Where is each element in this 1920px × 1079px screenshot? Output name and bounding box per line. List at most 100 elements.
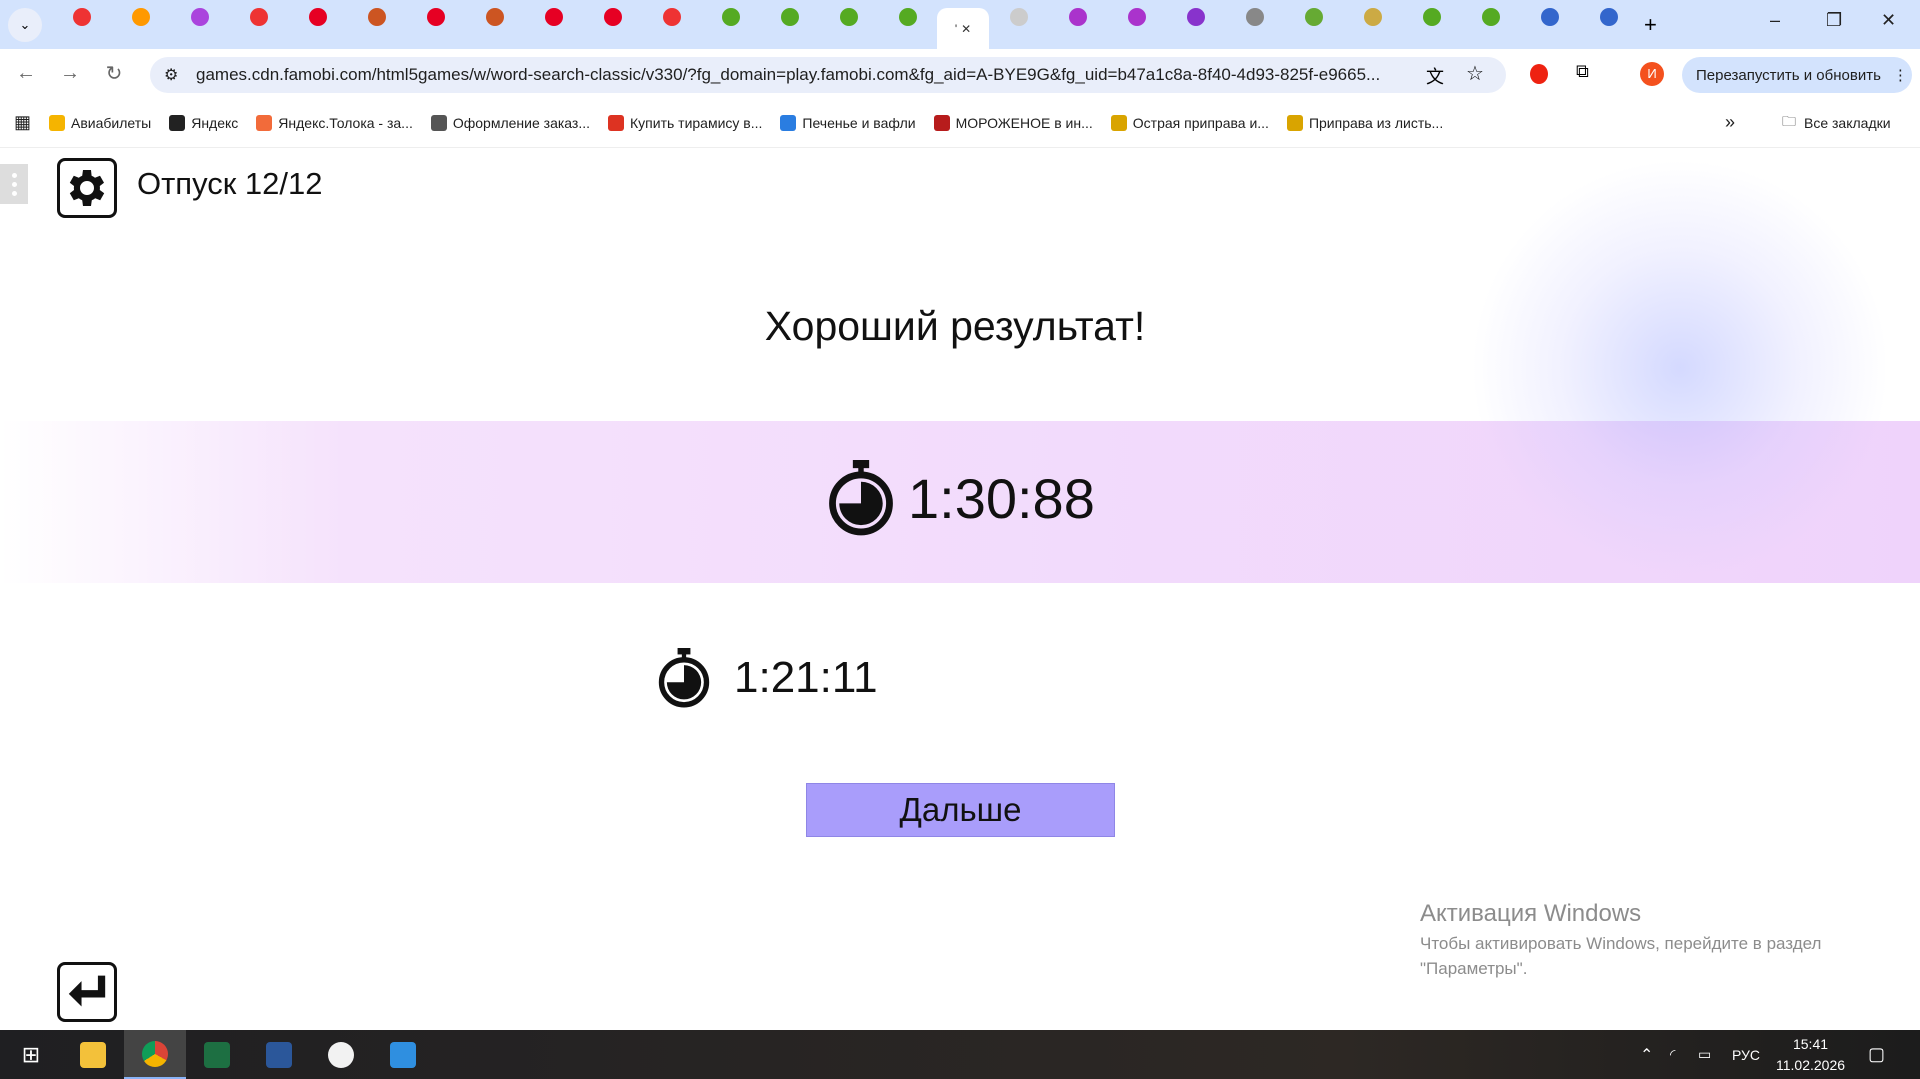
- browser-tab[interactable]: [878, 0, 937, 34]
- tab-favicon-icon: [190, 7, 209, 26]
- tab-close-icon[interactable]: ✕: [961, 22, 971, 36]
- all-bookmarks[interactable]: 🗀 Все закладки: [1782, 111, 1891, 135]
- clock[interactable]: 15:41 11.02.2026: [1776, 1034, 1845, 1076]
- excel-button[interactable]: [186, 1030, 248, 1079]
- bookmark-item[interactable]: Приправа из листь...: [1286, 114, 1444, 131]
- photos-icon: [390, 1041, 416, 1068]
- bookmark-favicon-icon: [933, 114, 950, 131]
- language-indicator[interactable]: РУС: [1732, 1047, 1760, 1063]
- browser-tab[interactable]: [111, 0, 170, 34]
- bookmark-label: Оформление заказ...: [452, 114, 591, 131]
- bookmark-item[interactable]: Оформление заказ...: [430, 114, 591, 131]
- settings-button[interactable]: [57, 158, 117, 218]
- browser-tab[interactable]: [1166, 0, 1225, 34]
- browser-tab[interactable]: [1107, 0, 1166, 34]
- tab-favicon-icon: [544, 7, 563, 26]
- back-button[interactable]: [57, 962, 117, 1022]
- browser-tab[interactable]: [642, 0, 701, 34]
- bookmark-label: Яндекс: [191, 114, 239, 131]
- side-menu-handle[interactable]: [0, 164, 28, 204]
- browser-tab[interactable]: [1579, 0, 1638, 34]
- tab-favicon-icon: [308, 7, 327, 26]
- bookmark-item[interactable]: Яндекс: [169, 114, 239, 131]
- translate-icon[interactable]: 文: [1426, 63, 1444, 89]
- browser-tab[interactable]: [819, 0, 878, 34]
- browser-tab[interactable]: [701, 0, 760, 34]
- browser-tab[interactable]: [52, 0, 111, 34]
- browser-tab[interactable]: [229, 0, 288, 34]
- browser-tab[interactable]: [1048, 0, 1107, 34]
- bookmark-item[interactable]: Острая приправа и...: [1110, 114, 1269, 131]
- close-window-button[interactable]: ✕: [1881, 10, 1896, 31]
- windows-icon: ⊞: [21, 1041, 41, 1067]
- windows-activation-watermark: Активация Windows Чтобы активировать Win…: [1420, 900, 1821, 979]
- best-time-value: 1:21:11: [734, 653, 878, 702]
- reload-button[interactable]: ↻: [96, 61, 132, 86]
- folder-icon: [80, 1041, 106, 1068]
- browser-tab[interactable]: [1225, 0, 1284, 34]
- tab-favicon-icon: [603, 7, 622, 26]
- browser-tab[interactable]: [170, 0, 229, 34]
- notifications-icon[interactable]: ▢: [1868, 1044, 1885, 1065]
- bookmark-item[interactable]: Авиабилеты: [49, 114, 151, 131]
- tab-favicon-icon: [131, 7, 150, 26]
- best-time: 1:21:11: [658, 648, 878, 708]
- browser-tab[interactable]: [1343, 0, 1402, 34]
- bookmark-favicon-icon: [1110, 114, 1127, 131]
- bookmark-item[interactable]: Купить тирамису в...: [608, 114, 762, 131]
- start-button[interactable]: ⊞: [0, 1030, 62, 1079]
- tab-search-button[interactable]: ⌄: [8, 7, 42, 42]
- back-button[interactable]: ←: [8, 62, 44, 85]
- battery-icon[interactable]: ▭: [1698, 1046, 1711, 1063]
- bookmark-favicon-icon: [256, 114, 273, 131]
- bookmark-item[interactable]: Яндекс.Толока - за...: [256, 114, 413, 131]
- apps-icon[interactable]: ▦: [14, 112, 31, 133]
- browser-tab[interactable]: [524, 0, 583, 34]
- browser-tab[interactable]: [406, 0, 465, 34]
- bookmark-item[interactable]: Печенье и вафли: [780, 114, 916, 131]
- browser-tab[interactable]: [288, 0, 347, 34]
- browser-tab[interactable]: [465, 0, 524, 34]
- tab-favicon-icon: [1127, 7, 1146, 26]
- wifi-icon[interactable]: ◜: [1670, 1046, 1675, 1063]
- more-bookmarks-icon[interactable]: »: [1725, 112, 1735, 133]
- bookmark-star-icon[interactable]: ☆: [1466, 61, 1484, 86]
- clock-date: 11.02.2026: [1776, 1056, 1846, 1073]
- explorer-button[interactable]: [62, 1030, 124, 1079]
- active-tab[interactable]: ' ✕: [937, 7, 989, 50]
- site-info-icon[interactable]: ⚙: [164, 65, 178, 85]
- photos-button[interactable]: [372, 1030, 434, 1079]
- browser-tab[interactable]: [583, 0, 642, 34]
- chrome-button[interactable]: [124, 1030, 186, 1079]
- browser-tab[interactable]: [1461, 0, 1520, 34]
- new-tab-button[interactable]: +: [1644, 12, 1657, 38]
- bookmark-list: Авиабилеты Яндекс Яндекс.Толока - за... Офо…: [31, 114, 1444, 131]
- browser-tab[interactable]: [347, 0, 406, 34]
- profile-avatar[interactable]: И: [1640, 62, 1664, 86]
- bookmark-item[interactable]: МОРОЖЕНОЕ в ин...: [933, 114, 1093, 131]
- browser-tab[interactable]: [989, 0, 1048, 34]
- watermark-title: Активация Windows: [1420, 900, 1642, 927]
- result-headline: Хороший результат!: [764, 303, 1146, 349]
- maximize-button[interactable]: ❐: [1826, 10, 1842, 31]
- forward-button[interactable]: →: [52, 62, 88, 85]
- browser-tab[interactable]: [1284, 0, 1343, 34]
- extensions-icon[interactable]: ⧉: [1576, 61, 1589, 82]
- bookmark-favicon-icon: [608, 114, 625, 131]
- browser-tab[interactable]: [1520, 0, 1579, 34]
- browser-tab[interactable]: [1402, 0, 1461, 34]
- restart-update-button[interactable]: Перезапустить и обновить ⋮: [1682, 57, 1912, 93]
- opera-extension-icon[interactable]: [1530, 64, 1548, 84]
- clock-time: 15:41: [1792, 1035, 1829, 1052]
- minimize-button[interactable]: –: [1770, 10, 1780, 31]
- bookmark-label: Яндекс.Толока - за...: [278, 114, 413, 131]
- chrome-icon: [142, 1040, 168, 1067]
- next-button[interactable]: Дальше: [806, 783, 1115, 837]
- tray-chevron-icon[interactable]: ⌃: [1640, 1045, 1653, 1065]
- address-bar[interactable]: ⚙ games.cdn.famobi.com/html5games/w/word…: [150, 57, 1506, 93]
- word-button[interactable]: [248, 1030, 310, 1079]
- bookmark-favicon-icon: [169, 114, 186, 131]
- bookmark-label: Приправа из листь...: [1308, 114, 1444, 131]
- itunes-button[interactable]: [310, 1030, 372, 1079]
- browser-tab[interactable]: [760, 0, 819, 34]
